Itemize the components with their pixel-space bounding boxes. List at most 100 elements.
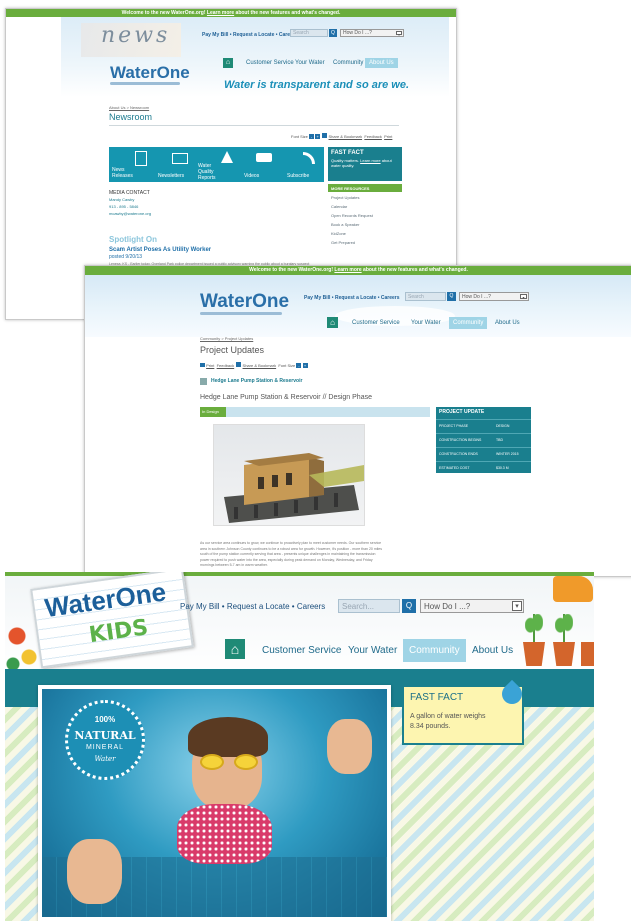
how-do-i-dropdown[interactable]: How Do I ...? ▾ (340, 29, 404, 37)
flask-icon (221, 151, 233, 163)
careers-link[interactable]: Careers (381, 295, 400, 301)
spotlight-date: posted 9/20/13 (109, 254, 143, 260)
search-button[interactable]: Q (329, 29, 337, 37)
nav-your-water[interactable]: Your Water (411, 320, 441, 326)
nav-about-us[interactable]: About Us (365, 58, 398, 68)
fast-fact-link[interactable]: Learn more (360, 158, 380, 163)
print-link[interactable]: Print (206, 363, 214, 368)
chevron-down-icon: ▾ (512, 601, 522, 611)
how-do-i-dropdown[interactable]: How Do I ...? ▾ (459, 292, 529, 301)
tile-newsletters[interactable]: Newsletters (152, 147, 195, 182)
nav-community[interactable]: Community (403, 639, 466, 662)
more-resources-header: MORE RESOURCES (328, 184, 402, 192)
page-title: Project Updates (200, 345, 265, 355)
learn-more-link[interactable]: Learn more (334, 267, 361, 273)
row-value: WINTER 2015 (496, 452, 519, 456)
goggles (200, 754, 260, 770)
header-banner (85, 275, 631, 337)
search-button[interactable]: Q (447, 292, 456, 301)
learn-more-link[interactable]: Learn more (207, 10, 234, 16)
share-icon[interactable] (322, 133, 328, 138)
project-update-row: PROJECT PHASE DESIGN (436, 419, 531, 433)
feedback-link[interactable]: Feedback (364, 134, 382, 139)
newsroom-tiles: News Releases Newsletters Water Quality … (109, 147, 324, 182)
font-minus-icon[interactable]: - (296, 363, 302, 368)
utility-links: Pay My Bill • Request a Locate • Careers (180, 602, 325, 611)
separator: • (377, 295, 380, 301)
welcome-text: Welcome to the new WaterOne.org! (121, 10, 206, 16)
resource-get-prepared[interactable]: Get Prepared (331, 240, 355, 245)
sprout-pot (523, 642, 545, 666)
font-size-label: Font Size (291, 134, 308, 139)
goggle-lens-right (234, 754, 258, 770)
share-bookmark-link[interactable]: Share & Bookmark (243, 363, 277, 368)
tile-news-releases[interactable]: News Releases (109, 147, 152, 182)
spotlight-headline[interactable]: Scam Artist Poses As Utility Worker (109, 247, 211, 253)
share-icon[interactable] (236, 362, 242, 367)
how-do-i-dropdown[interactable]: How Do I ...? ▾ (420, 599, 524, 613)
nav-about-us[interactable]: About Us (495, 320, 520, 326)
tile-water-quality-reports[interactable]: Water Quality Reports (195, 147, 238, 182)
pay-bill-link[interactable]: Pay My Bill (180, 602, 220, 611)
font-plus-icon[interactable]: + (302, 363, 308, 368)
breadcrumb[interactable]: Community > Project Updates (200, 336, 253, 341)
project-link[interactable]: Hedge Lane Pump Station & Reservoir (211, 378, 302, 384)
request-locate-link[interactable]: Request a Locate (335, 295, 376, 301)
font-plus-icon[interactable]: + (315, 134, 321, 139)
font-minus-icon[interactable]: - (309, 134, 315, 139)
waterone-logo[interactable]: WaterOne (200, 291, 289, 313)
search-input[interactable]: Search (290, 29, 328, 37)
search-button[interactable]: Q (402, 599, 416, 613)
document-icon (135, 151, 147, 166)
resource-book-speaker[interactable]: Book a Speaker (331, 222, 359, 227)
nav-about-us[interactable]: About Us (472, 645, 513, 656)
project-heading: Hedge Lane Pump Station & Reservoir // D… (200, 394, 372, 401)
welcome-banner: Welcome to the new WaterOne.org! Learn m… (85, 266, 631, 275)
fast-fact-box: FAST FACT Quality matters. Learn more ab… (328, 147, 402, 181)
home-icon[interactable]: ⌂ (225, 639, 245, 659)
nav-community[interactable]: Community (333, 60, 363, 66)
media-contact-email[interactable]: mcawby@waterone.org (109, 211, 151, 216)
resource-open-records[interactable]: Open Records Request (331, 213, 373, 218)
row-value: DESIGN (496, 424, 510, 428)
sprout-leaves (525, 614, 543, 642)
nav-community[interactable]: Community (449, 317, 488, 329)
separator: • (229, 32, 232, 38)
goggle-lens-left (200, 754, 224, 770)
request-locate-link[interactable]: Request a Locate (233, 32, 274, 38)
chevron-down-icon: ▾ (396, 31, 402, 37)
feedback-link[interactable]: Feedback (217, 363, 235, 368)
utility-links: Pay My Bill • Request a Locate • Careers (202, 32, 298, 38)
waterone-logo[interactable]: WaterOne (110, 63, 190, 83)
tile-videos[interactable]: Videos (238, 147, 281, 182)
page-tools: Font Size - + Share & Bookmark Feedback … (291, 133, 392, 139)
print-link[interactable]: Print (384, 134, 392, 139)
fast-fact-title: FAST FACT (331, 150, 364, 156)
resource-project-updates[interactable]: Project Updates (331, 195, 359, 200)
nav-customer-service[interactable]: Customer Service (262, 645, 341, 656)
search-input[interactable]: Search... (338, 599, 400, 613)
nav-your-water[interactable]: Your Water (348, 645, 397, 656)
search-input[interactable]: Search (405, 292, 446, 301)
resource-kidzone[interactable]: KidZone (331, 231, 346, 236)
tile-label: Videos (244, 173, 260, 179)
share-bookmark-link[interactable]: Share & Bookmark (329, 134, 363, 139)
resource-calendar[interactable]: Calendar (331, 204, 347, 209)
row-value: $30.3 M (496, 466, 509, 470)
kids-logo-kids: KIDS (87, 615, 150, 649)
nav-customer-service[interactable]: Customer Service (352, 320, 400, 326)
pay-bill-link[interactable]: Pay My Bill (202, 32, 228, 38)
separator: • (221, 602, 225, 611)
breadcrumb[interactable]: About Us > Newsroom (109, 105, 149, 110)
tile-subscribe[interactable]: Subscribe (281, 147, 324, 182)
home-icon[interactable]: ⌂ (327, 317, 338, 328)
nav-customer-service[interactable]: Customer Service (246, 60, 294, 66)
careers-link[interactable]: Careers (297, 602, 325, 611)
request-locate-link[interactable]: Request a Locate (227, 602, 290, 611)
seal-water-text: Water (94, 755, 116, 763)
home-icon[interactable]: ⌂ (223, 58, 233, 68)
pay-bill-link[interactable]: Pay My Bill (304, 295, 330, 301)
print-icon[interactable] (200, 363, 205, 367)
nav-your-water[interactable]: Your Water (295, 60, 325, 66)
fast-fact-body: A gallon of water weighs 8.34 pounds. (410, 713, 486, 730)
